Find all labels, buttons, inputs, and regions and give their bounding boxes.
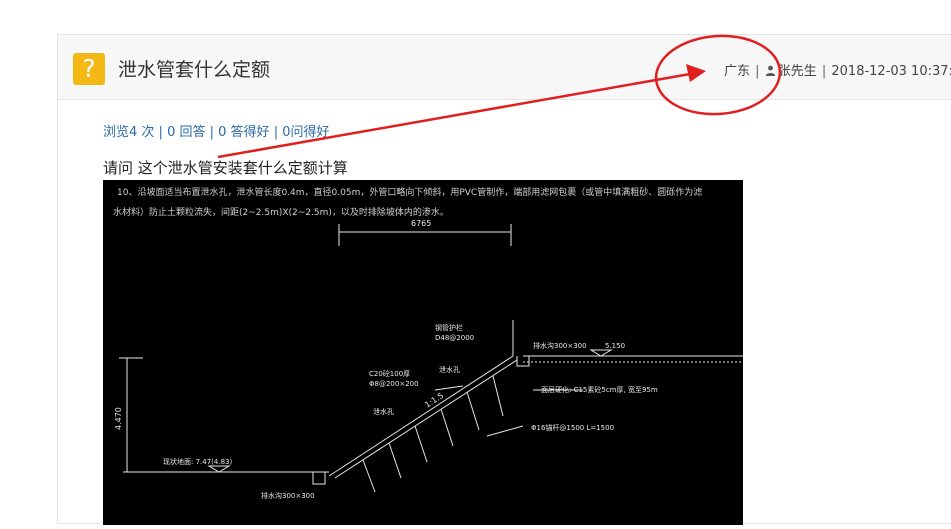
meta-separator: | [821,64,827,79]
question-mark-icon: ? [73,53,105,85]
top-dimension-label: 6765 [411,219,431,228]
label-pave: 面层硬化: C15素砼5cm厚, 宽至95m [541,385,658,394]
label-steel-pile-spec: D48@2000 [435,334,474,342]
good-answers-count[interactable]: 0 答得好 [218,125,269,140]
label-steel-pile: 钢管护栏 [435,323,463,332]
location-label: 广东 [724,64,751,79]
label-mesh: Φ8@200×200 [369,380,419,388]
question-meta: 广东 | 张先生 | 2018-12-03 10:37:3 [724,60,951,79]
cad-drawing-image: 10、沿坡面适当布置泄水孔，泄水管长度0.4m，直径0.05m，外管口略向下倾斜… [103,180,743,525]
question-datetime: 2018-12-03 10:37:3 [831,64,951,79]
drawing-note-line1: 10、沿坡面适当布置泄水孔，泄水管长度0.4m，直径0.05m，外管口略向下倾斜… [117,186,702,198]
question-card: ? 泄水管套什么定额 广东 | 张先生 | 2018-12-03 10:37:3… [57,34,951,525]
user-icon [765,65,775,76]
label-ditch-bottom: 排水沟300×300 [261,491,315,500]
drawing-note-line2: 水材料）防止土颗粒流失，间距(2~2.5m)X(2~2.5m)，以及时排除坡体内… [113,206,449,218]
label-height: 4.470 [114,407,123,430]
views-count[interactable]: 浏览4 次 [103,125,154,140]
label-ditch-top: 排水沟300×300 [533,341,587,350]
good-questions-count[interactable]: 0问得好 [282,125,329,140]
question-body: 请问 这个泄水管安装套什么定额计算 [103,159,348,177]
label-concrete: C20砼100厚 [369,369,410,378]
label-elev-top: 5.150 [605,342,625,350]
stats-separator: | [273,125,279,140]
answers-count[interactable]: 0 回答 [167,125,205,140]
label-drain-hole: 泄水孔 [373,407,394,416]
label-elev-bottom: 现状地面: 7.47(4.83) [163,457,232,466]
meta-separator: | [755,64,760,79]
question-title: 泄水管套什么定额 [118,59,271,81]
user-name[interactable]: 张先生 [778,64,817,79]
question-header: ? 泄水管套什么定额 广东 | 张先生 | 2018-12-03 10:37:3 [58,35,951,100]
label-drain-hole: 泄水孔 [439,365,460,374]
cad-drawing: 10、沿坡面适当布置泄水孔，泄水管长度0.4m，直径0.05m，外管口略向下倾斜… [113,186,743,500]
stats-separator: | [158,125,163,140]
stats-separator: | [209,125,215,140]
label-anchor: Φ16锚杆@1500 L=1500 [531,423,614,432]
question-stats: 浏览4 次 | 0 回答 | 0 答得好 | 0问得好 [103,121,330,140]
